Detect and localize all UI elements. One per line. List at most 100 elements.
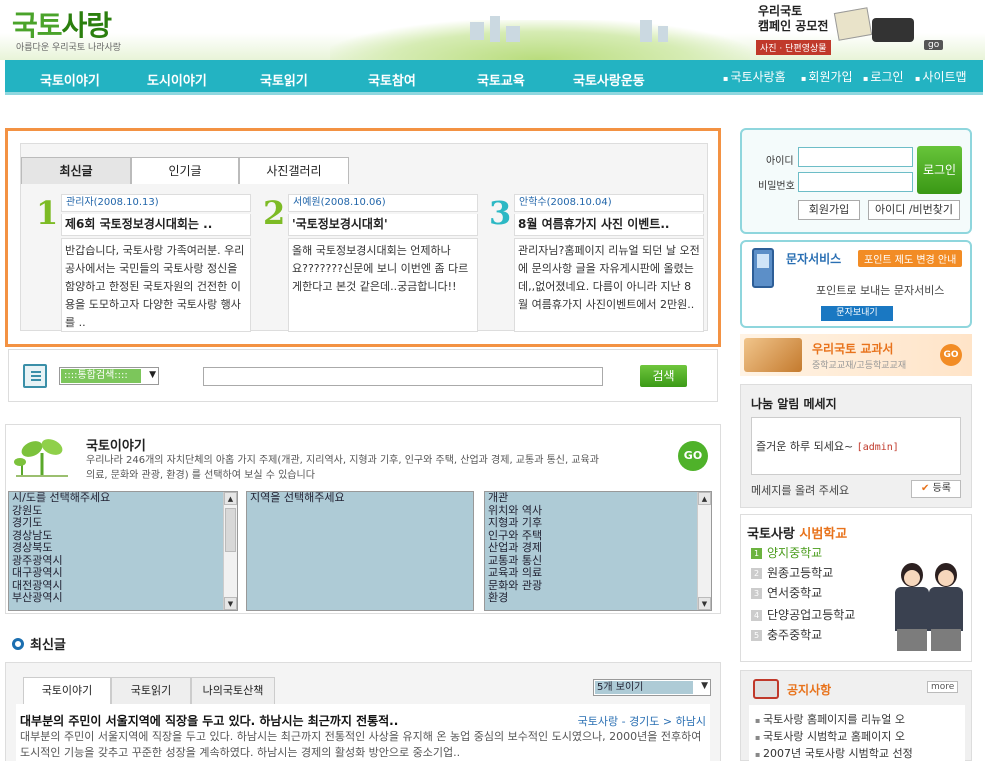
search-bar: ::::통합검색:::: ▼ 검색	[8, 349, 718, 402]
nav-item-city-story[interactable]: 도시이야기	[147, 70, 207, 89]
list-option[interactable]: 경상북도	[9, 541, 237, 555]
notice-item[interactable]: 2007년 국토사랑 시범학교 선정	[755, 745, 961, 761]
mobile-phone-icon	[752, 248, 774, 288]
login-button[interactable]: 로그인	[917, 146, 962, 194]
textbook-subtitle: 중학교교재/고등학교교재	[812, 361, 907, 371]
send-sms-button[interactable]: 문자보내기	[821, 306, 893, 321]
search-button[interactable]: 검색	[640, 365, 687, 387]
hills-graphic	[330, 20, 750, 60]
school-item[interactable]: 2 원종고등학교	[751, 564, 833, 581]
tab-latest[interactable]: 최신글	[21, 157, 131, 184]
school-item[interactable]: 4 단양공업고등학교	[751, 606, 855, 623]
campaign-banner[interactable]: 우리국토 캠페인 공모전 사진 · 단편영상물 go	[752, 4, 957, 56]
notice-title: 공지사항	[787, 683, 832, 697]
tab-popular[interactable]: 인기글	[131, 157, 239, 184]
post-body: 관리자님?홈페이지 리뉴얼 되던 날 오전에 문의사항 글을 자유게시판에 올렸…	[514, 238, 704, 332]
nav-item-gukto-reading[interactable]: 국토읽기	[260, 70, 308, 89]
list-option[interactable]: 부산광역시	[9, 591, 237, 605]
util-link-sitemap[interactable]: 사이트맵	[915, 68, 966, 85]
search-input[interactable]	[203, 367, 603, 386]
list-option[interactable]: 지형과 기후	[485, 516, 711, 530]
campaign-title: 우리국토 캠페인 공모전	[758, 4, 828, 34]
point-notice-badge[interactable]: 포인트 제도 변경 안내	[858, 250, 963, 267]
list-option[interactable]: 경기도	[9, 516, 237, 530]
sprout-icon	[14, 439, 68, 477]
area-listbox[interactable]: 지역을 선택해주세요	[246, 491, 474, 611]
logo-title-b: 사랑	[61, 9, 113, 42]
sms-service-box: 문자서비스 포인트 제도 변경 안내 포인트로 보내는 문자서비스 문자보내기	[740, 240, 972, 328]
region-listbox[interactable]: 시/도를 선택해주세요 강원도 경기도 경상남도 경상북도 광주광역시 대구광역…	[8, 491, 238, 611]
site-logo[interactable]: 국토사랑	[12, 4, 113, 44]
scrollbar[interactable]: ▲ ▼	[697, 492, 711, 610]
register-message-button[interactable]: ✔ 등록	[911, 480, 961, 498]
textbook-banner[interactable]: 우리국토 교과서 중학교교재/고등학교교재 GO	[740, 334, 972, 376]
list-option[interactable]: 산업과 경제	[485, 541, 711, 555]
scroll-thumb[interactable]	[225, 508, 236, 552]
list-option[interactable]: 문화와 관광	[485, 579, 711, 593]
school-name: 양지중학교	[767, 546, 823, 560]
article-source[interactable]: 국토사랑 - 경기도 > 하남시	[578, 713, 706, 729]
nav-item-gukto-participation[interactable]: 국토참여	[368, 70, 416, 89]
student-figure	[927, 563, 963, 659]
tab-my-gukto-walk[interactable]: 나의국토산책	[191, 677, 275, 704]
scroll-up-icon[interactable]: ▲	[224, 492, 237, 505]
school-name: 충주중학교	[767, 628, 823, 642]
post-rank: 3	[489, 194, 512, 232]
topic-listbox[interactable]: 개관 위치와 역사 지형과 기후 인구와 주택 산업과 경제 교통과 통신 교육…	[484, 491, 712, 611]
post-title[interactable]: 제6회 국토정보경시대회는 ..	[61, 214, 251, 236]
notice-item[interactable]: 국토사랑 시범학교 홈페이지 오	[755, 728, 961, 744]
number-icon: 2	[751, 568, 762, 579]
recent-post[interactable]: 2 서예원(2008.10.06) '국토정보경시대회' 올해 국토정보경시대회…	[263, 194, 478, 332]
section-description: 우리나라 246개의 자치단체의 아홉 가지 주제(개관, 지리역사, 지형과 …	[86, 455, 599, 481]
list-option[interactable]: 환경	[485, 591, 711, 605]
textbook-go-button[interactable]: GO	[940, 344, 962, 366]
school-item[interactable]: 5 충주중학교	[751, 626, 822, 643]
scroll-up-icon[interactable]: ▲	[698, 492, 711, 505]
notice-item[interactable]: 국토사랑 홈페이지를 리뉴얼 오	[755, 711, 961, 727]
list-option[interactable]: 대구광역시	[9, 566, 237, 580]
more-button[interactable]: more	[927, 681, 959, 693]
city-graphic	[506, 26, 520, 42]
sms-description: 포인트로 보내는 문자서비스	[816, 284, 945, 297]
post-title[interactable]: '국토정보경시대회'	[288, 214, 478, 236]
article-headline[interactable]: 대부분의 주민이 서울지역에 직장을 두고 있다. 하남시는 최근까지 전통적.…	[20, 712, 398, 729]
campaign-go-button[interactable]: go	[924, 40, 944, 50]
util-link-join[interactable]: 회원가입	[801, 68, 852, 85]
tab-gukto-reading[interactable]: 국토읽기	[111, 677, 191, 704]
search-scope-select[interactable]: ::::통합검색:::: ▼	[59, 367, 159, 385]
recent-post[interactable]: 3 안학수(2008.10.04) 8월 여름휴가지 사진 이벤트.. 관리자님…	[489, 194, 704, 332]
list-option[interactable]: 시/도를 선택해주세요	[9, 492, 237, 505]
scroll-down-icon[interactable]: ▼	[224, 597, 237, 610]
nav-item-gukto-love-movement[interactable]: 국토사랑운동	[573, 70, 645, 89]
scrollbar[interactable]: ▲ ▼	[223, 492, 237, 610]
list-option[interactable]: 교육과 의료	[485, 566, 711, 580]
register-label: 등록	[932, 483, 951, 494]
list-option[interactable]: 강원도	[9, 504, 237, 518]
join-button[interactable]: 회원가입	[798, 200, 860, 220]
document-list-icon	[23, 364, 47, 388]
latest-article[interactable]: 대부분의 주민이 서울지역에 직장을 두고 있다. 하남시는 최근까지 전통적.…	[16, 704, 710, 761]
list-option[interactable]: 개관	[485, 492, 711, 505]
password-field[interactable]	[798, 172, 913, 192]
tab-photo-gallery[interactable]: 사진갤러리	[239, 157, 349, 184]
go-button[interactable]: GO	[678, 441, 708, 471]
school-item[interactable]: 3 연서중학교	[751, 584, 822, 601]
item-count-select[interactable]: 5개 보이기 ▼	[593, 679, 711, 696]
find-account-button[interactable]: 아이디 /비번찾기	[868, 200, 960, 220]
recent-post[interactable]: 1 관리자(2008.10.13) 제6회 국토정보경시대회는 .. 반갑습니다…	[36, 194, 251, 332]
tab-gukto-story[interactable]: 국토이야기	[23, 677, 111, 704]
nav-item-gukto-story[interactable]: 국토이야기	[40, 70, 100, 89]
post-title[interactable]: 8월 여름휴가지 사진 이벤트..	[514, 214, 704, 236]
number-icon: 5	[751, 630, 762, 641]
scroll-down-icon[interactable]: ▼	[698, 597, 711, 610]
school-item[interactable]: 1 양지중학교	[751, 544, 822, 561]
post-rank: 1	[36, 194, 59, 232]
id-field[interactable]	[798, 147, 913, 167]
util-link-home[interactable]: 국토사랑홈	[723, 68, 785, 85]
nav-item-gukto-education[interactable]: 국토교육	[477, 70, 525, 89]
header: 국토사랑 아름다운 우리국토 나라사랑 우리국토 캠페인 공모전 사진 · 단편영…	[0, 0, 985, 60]
latest-heading-label: 최신글	[30, 638, 66, 653]
list-option[interactable]: 지역을 선택해주세요	[247, 492, 473, 505]
util-link-login[interactable]: 로그인	[863, 68, 903, 85]
message-display: 즐거운 하루 되세요~ [admin]	[751, 417, 961, 475]
